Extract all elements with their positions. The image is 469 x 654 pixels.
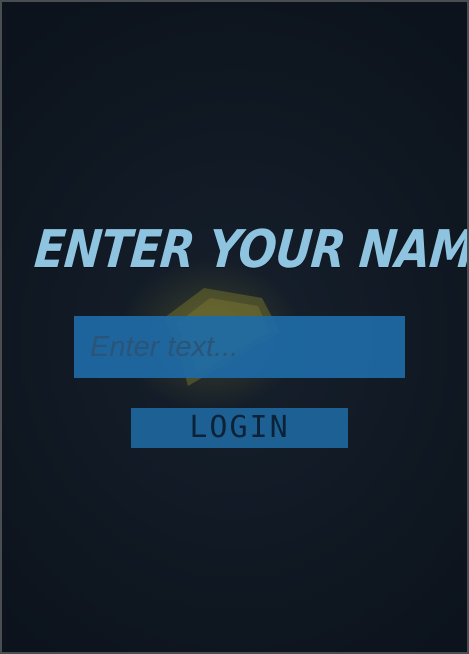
page-title: ENTER YOUR NAME bbox=[32, 220, 469, 280]
name-input[interactable] bbox=[74, 316, 405, 378]
login-button[interactable]: LOGIN bbox=[131, 408, 348, 448]
login-screen: ENTER YOUR NAME LOGIN bbox=[0, 0, 469, 654]
